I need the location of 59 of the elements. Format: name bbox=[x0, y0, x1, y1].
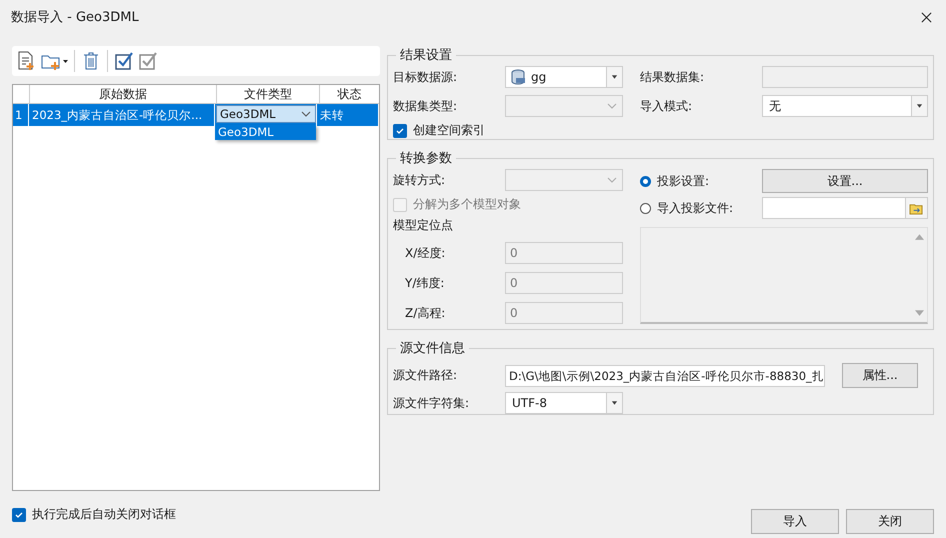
field-label: 数据集类型: bbox=[393, 98, 458, 114]
radio-label: 投影设置: bbox=[657, 172, 710, 190]
scroll-down-icon[interactable] bbox=[914, 310, 924, 316]
settings-button[interactable]: 设置... bbox=[762, 169, 928, 193]
checkbox[interactable] bbox=[393, 124, 407, 138]
properties-button[interactable]: 属性... bbox=[842, 363, 918, 388]
field-label: 导入模式: bbox=[640, 98, 694, 114]
radio-button[interactable] bbox=[640, 176, 651, 186]
field-label: X/经度: bbox=[404, 244, 446, 262]
field-label: 目标数据源: bbox=[393, 68, 458, 86]
check-all-icon[interactable] bbox=[114, 51, 134, 71]
column-header[interactable]: 文件类型 bbox=[217, 85, 320, 103]
dialog-button[interactable]: 导入 bbox=[751, 509, 839, 534]
dropdown-option[interactable]: Geo3DML bbox=[215, 125, 316, 140]
chevron-icon bbox=[607, 177, 617, 183]
radio-label: 导入投影文件: bbox=[657, 200, 734, 216]
datasource-dropdown[interactable]: gg bbox=[505, 66, 623, 88]
radio-button[interactable] bbox=[640, 202, 651, 214]
source-path-field[interactable]: D:\G\地图\示例\2023_内蒙古自治区-呼伦贝尔市-88830_扎 bbox=[505, 364, 825, 386]
field-label: 结果数据集: bbox=[640, 68, 706, 86]
database-icon bbox=[510, 69, 526, 85]
field-label: 源文件路径: bbox=[393, 367, 458, 384]
window-title: 数据导入 - Geo3DML bbox=[11, 9, 139, 26]
dropdown-arrow-icon bbox=[916, 104, 923, 108]
trash-icon[interactable] bbox=[81, 51, 101, 71]
dropdown-arrow-icon bbox=[611, 401, 618, 405]
folder-icon bbox=[909, 202, 924, 214]
row-number: 1 bbox=[13, 104, 29, 126]
charset-dropdown[interactable]: UTF-8 bbox=[505, 392, 623, 414]
check-icon[interactable] bbox=[138, 51, 158, 71]
browse-button[interactable] bbox=[906, 197, 928, 219]
section-label: 模型定位点 bbox=[393, 217, 454, 234]
file-path-field[interactable] bbox=[762, 197, 906, 219]
column-header[interactable]: 原始数据 bbox=[30, 85, 217, 103]
table-cell: 未转 bbox=[317, 104, 379, 126]
checkbox-label: 创建空间索引 bbox=[413, 122, 485, 139]
field-label: Z/高程: bbox=[404, 304, 446, 322]
group-title: 结果设置 bbox=[399, 47, 453, 64]
check-icon bbox=[14, 510, 24, 520]
check-icon bbox=[395, 126, 405, 136]
column-header[interactable]: 状态 bbox=[320, 85, 379, 103]
import-mode-dropdown[interactable]: 无 bbox=[762, 95, 928, 117]
scroll-up-icon[interactable] bbox=[914, 234, 924, 240]
field-label: 旋转方式: bbox=[393, 172, 446, 188]
chevron-icon bbox=[607, 103, 617, 109]
field-label: 源文件字符集: bbox=[393, 394, 470, 412]
new-file-icon[interactable] bbox=[16, 51, 36, 71]
table-cell: 2023_内蒙古自治区-呼伦贝尔... bbox=[29, 104, 215, 126]
checkbox[interactable] bbox=[12, 508, 26, 522]
chevron-icon bbox=[301, 111, 311, 117]
checkbox-label: 分解为多个模型对象 bbox=[413, 196, 521, 213]
file-type-dropdown[interactable]: Geo3DML bbox=[216, 105, 316, 123]
group-title: 转换参数 bbox=[399, 150, 453, 167]
checkbox-label: 执行完成后自动关闭对话框 bbox=[32, 506, 176, 523]
field-label: Y/纬度: bbox=[404, 274, 446, 292]
dropdown-arrow-icon bbox=[611, 75, 618, 79]
close-icon[interactable] bbox=[921, 12, 932, 22]
group-title: 源文件信息 bbox=[399, 340, 466, 357]
dialog-button[interactable]: 关闭 bbox=[846, 509, 934, 534]
